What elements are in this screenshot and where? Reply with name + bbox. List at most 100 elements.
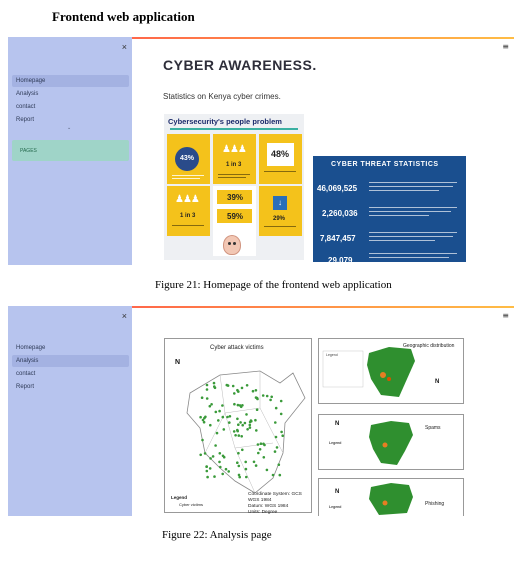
victim-dot <box>208 467 212 470</box>
victim-dot <box>265 468 269 472</box>
victim-dot <box>258 448 262 451</box>
tile-text-line <box>218 177 246 178</box>
victim-dot <box>248 423 252 427</box>
victim-dot <box>241 423 244 427</box>
sidebar-nav: Homepage Analysis contact Report <box>12 75 129 127</box>
nav-item-homepage[interactable]: Homepage <box>12 75 129 87</box>
victim-dot <box>280 430 283 434</box>
threat-stats-title: CYBER THREAT STATISTICS <box>331 161 439 168</box>
victim-dot <box>243 421 247 425</box>
coordinate-system: Coordinate System: GCS WGS 1984 <box>248 492 302 503</box>
victim-dot <box>248 426 252 429</box>
nav-item-report[interactable]: Report <box>12 381 129 393</box>
victim-dot <box>265 394 269 398</box>
nav-item-analysis[interactable]: Analysis <box>12 355 129 367</box>
victim-dot <box>240 435 243 438</box>
victim-dot <box>277 463 281 466</box>
victim-dot <box>234 434 237 437</box>
victim-dot <box>245 475 248 479</box>
victim-dot <box>257 451 260 455</box>
victim-dot <box>202 420 206 424</box>
victim-dot <box>239 405 243 409</box>
stat-desc-line <box>369 253 457 254</box>
victim-dot <box>227 470 230 473</box>
victim-dot <box>237 423 240 426</box>
victim-dot <box>199 453 202 457</box>
cyber-victims-map: Cyber attack victims N Legend Cyber vict… <box>164 338 312 515</box>
people-problem-infographic: Cybersecurity's people problem 43% ♟♟♟ 1… <box>164 114 304 260</box>
tile-value: 1 in 3 <box>226 162 242 168</box>
nav-item-contact[interactable]: contact <box>12 101 129 113</box>
victim-dot <box>244 467 248 471</box>
stat-value: 7,847,457 <box>320 234 356 243</box>
nav-item-homepage[interactable]: Homepage <box>12 342 129 354</box>
victim-dot <box>254 464 258 467</box>
close-icon[interactable]: × <box>122 311 127 321</box>
victim-dot <box>237 464 241 468</box>
victim-dot <box>236 461 239 464</box>
victim-dot <box>205 469 209 473</box>
victim-dot <box>208 404 212 408</box>
pages-box: PAGES <box>12 140 129 161</box>
victim-dot <box>236 417 239 421</box>
victim-dot <box>212 381 216 385</box>
victim-dot <box>233 392 236 395</box>
stat-desc-line <box>369 240 435 241</box>
phishing-panel: Phishing N Legend <box>318 478 464 516</box>
legend-item: Legend <box>329 441 342 445</box>
victim-dot <box>218 409 221 413</box>
victim-dot <box>215 431 219 435</box>
figure-22-caption: Figure 22: Analysis page <box>162 529 272 541</box>
page-subtitle: Statistics on Kenya cyber crimes. <box>163 92 281 101</box>
nav-item-analysis[interactable]: Analysis <box>12 88 129 100</box>
victim-dot <box>221 454 225 458</box>
victim-dot <box>274 406 278 410</box>
tile-text-line <box>264 226 296 227</box>
victim-dot <box>228 421 231 424</box>
victim-dot <box>279 412 283 416</box>
country-outline <box>186 370 306 494</box>
stat-desc-line <box>369 257 449 258</box>
victim-dot <box>213 385 216 388</box>
map-title: Cyber attack victims <box>210 345 264 351</box>
close-icon[interactable]: × <box>122 42 127 52</box>
victim-dot <box>278 473 282 477</box>
north-arrow: N <box>335 421 340 427</box>
tile-value: 39% <box>227 193 244 202</box>
victim-dot <box>209 423 212 427</box>
victim-dot <box>201 438 204 442</box>
victim-dot <box>203 452 207 455</box>
homepage-screenshot: × Homepage Analysis contact Report ⌄ PAG… <box>8 37 514 265</box>
victim-dot <box>254 418 257 422</box>
victim-dot <box>199 415 202 419</box>
legend-item: Cyber victims <box>179 502 204 507</box>
victim-dot <box>201 418 205 422</box>
menu-icon[interactable]: ≡ <box>502 42 509 51</box>
victim-dot <box>271 473 275 477</box>
victim-dot <box>256 397 259 401</box>
victim-dot <box>262 456 266 459</box>
analysis-screenshot: × Homepage Analysis contact Report ≡ Cyb… <box>8 306 514 516</box>
figure-21-caption: Figure 21: Homepage of the frontend web … <box>155 279 392 291</box>
victim-dot <box>210 403 213 406</box>
nav-item-contact[interactable]: contact <box>12 368 129 380</box>
document-heading: Frontend web application <box>52 9 195 24</box>
people-icon: ♟♟♟ <box>175 194 200 205</box>
stat-desc-line <box>369 207 457 208</box>
victim-dot <box>226 415 229 419</box>
victim-dot <box>279 399 283 403</box>
infographic-subtitle-line <box>170 128 298 130</box>
collapse-chevron-icon[interactable]: ⌄ <box>67 125 71 131</box>
stat-desc-line <box>369 211 451 212</box>
stat-desc-line <box>369 236 453 237</box>
victim-dot <box>205 383 209 387</box>
victim-dot <box>249 419 253 422</box>
victim-dot <box>209 457 212 460</box>
download-icon: ↓ <box>273 196 287 210</box>
tile-text-line <box>264 171 296 172</box>
menu-icon[interactable]: ≡ <box>502 311 509 320</box>
sidebar-nav: Homepage Analysis contact Report <box>12 342 129 394</box>
tile-value: 29% <box>273 216 286 222</box>
victim-dot <box>259 442 263 445</box>
victim-dot <box>251 389 255 393</box>
